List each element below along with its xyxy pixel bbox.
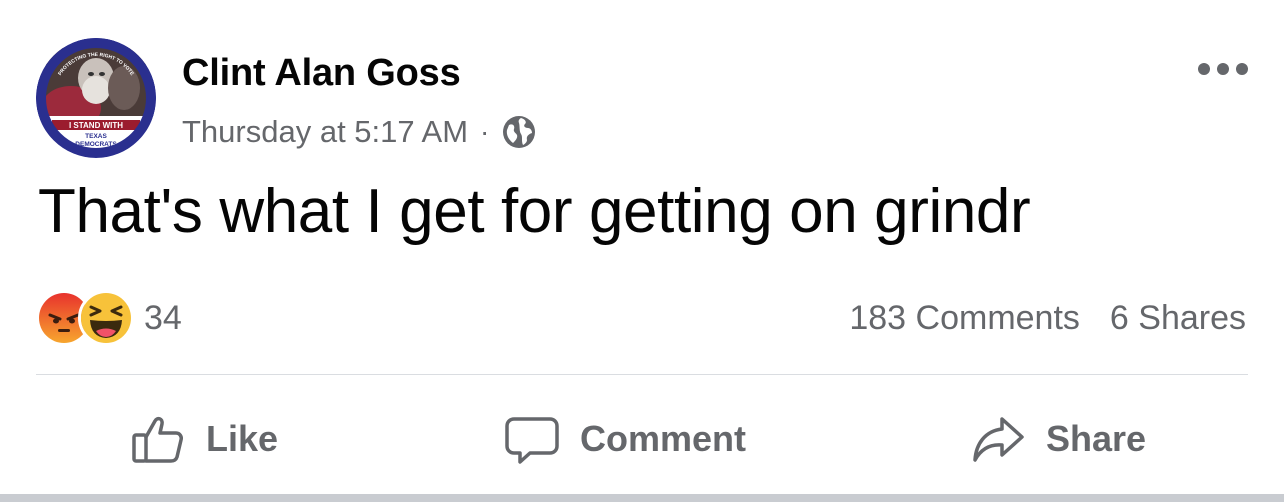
shares-count[interactable]: 6 Shares xyxy=(1110,299,1246,338)
meta-separator: · xyxy=(480,116,490,147)
more-options-icon-dot xyxy=(1217,63,1229,75)
haha-reaction-icon xyxy=(78,290,134,346)
author-name[interactable]: Clint Alan Goss xyxy=(182,52,461,95)
more-options-icon-dot xyxy=(1198,63,1210,75)
more-options-button[interactable] xyxy=(1198,58,1248,80)
share-arrow-icon xyxy=(970,411,1026,467)
divider xyxy=(36,374,1248,375)
avatar[interactable]: I STAND WITH TEXAS DEMOCRATS PROTECTING … xyxy=(36,38,156,158)
post-text: That's what I get for getting on grindr xyxy=(38,177,1031,246)
globe-icon[interactable] xyxy=(501,114,537,150)
share-label: Share xyxy=(1046,418,1147,459)
avatar-image: I STAND WITH TEXAS DEMOCRATS PROTECTING … xyxy=(36,38,156,158)
share-button[interactable]: Share xyxy=(970,404,1146,474)
thumbs-up-icon xyxy=(130,411,186,467)
more-options-icon-dot xyxy=(1236,63,1248,75)
post-timestamp[interactable]: Thursday at 5:17 AM xyxy=(182,114,468,150)
reactions-summary[interactable]: 34 xyxy=(36,290,182,346)
speech-bubble-icon xyxy=(504,411,560,467)
action-bar: Like Comment Share xyxy=(0,404,1284,474)
comments-count[interactable]: 183 Comments xyxy=(849,299,1080,338)
avatar-banner-text: I STAND WITH xyxy=(69,121,123,130)
like-label: Like xyxy=(206,418,279,459)
comment-label: Comment xyxy=(580,418,747,459)
reaction-count: 34 xyxy=(144,298,182,337)
bottom-separator xyxy=(0,494,1284,502)
avatar-bottom-line1: TEXAS xyxy=(85,133,107,140)
like-button[interactable]: Like xyxy=(130,404,278,474)
comment-button[interactable]: Comment xyxy=(504,404,746,474)
facebook-post: I STAND WITH TEXAS DEMOCRATS PROTECTING … xyxy=(0,0,1284,502)
post-meta: Thursday at 5:17 AM · xyxy=(182,112,537,152)
post-stats: 183 Comments 6 Shares xyxy=(849,296,1246,340)
